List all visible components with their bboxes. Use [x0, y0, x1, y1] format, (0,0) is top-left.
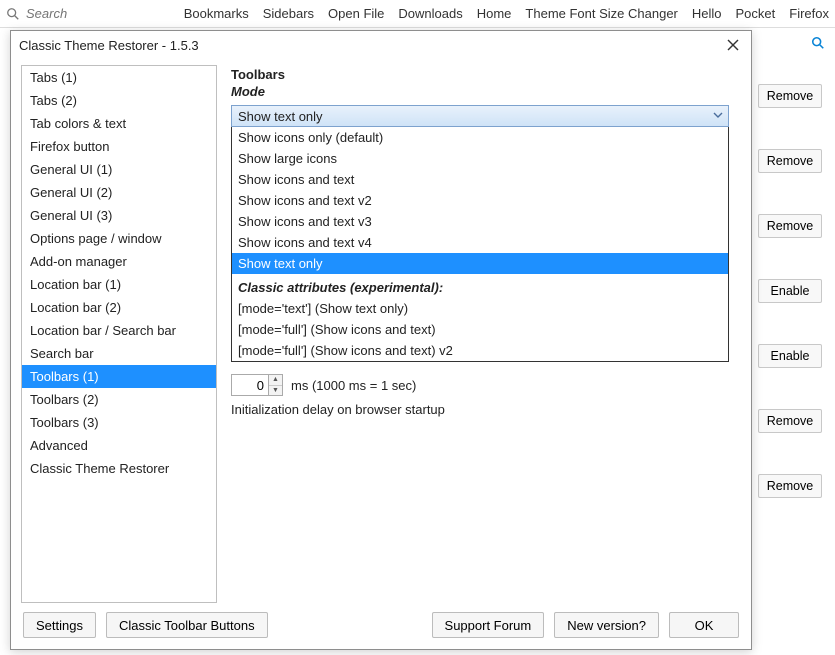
mode-option[interactable]: [mode='text'] (Show text only) — [232, 298, 728, 319]
bookmark-item[interactable]: Theme Font Size Changer — [525, 6, 677, 21]
dialog-title: Classic Theme Restorer - 1.5.3 — [19, 38, 723, 53]
mode-option[interactable]: Show icons only (default) — [232, 127, 728, 148]
addon-action-button[interactable]: Remove — [758, 409, 822, 433]
category-item[interactable]: General UI (1) — [22, 158, 216, 181]
ok-button[interactable]: OK — [669, 612, 739, 638]
bookmark-item[interactable]: Open File — [328, 6, 384, 21]
classic-toolbar-buttons-button[interactable]: Classic Toolbar Buttons — [106, 612, 268, 638]
search-icon — [6, 7, 20, 21]
addon-action-button[interactable]: Remove — [758, 84, 822, 108]
search-input[interactable] — [24, 5, 164, 22]
bookmark-item[interactable]: Bookmarks — [184, 6, 249, 21]
close-icon[interactable] — [723, 35, 743, 55]
chevron-down-icon — [712, 109, 724, 124]
addon-action-button[interactable]: Remove — [758, 214, 822, 238]
addon-action-button[interactable]: Remove — [758, 474, 822, 498]
section-title: Toolbars — [231, 67, 741, 82]
search-icon[interactable] — [745, 36, 835, 63]
delay-suffix: ms (1000 ms = 1 sec) — [291, 378, 416, 393]
settings-button[interactable]: Settings — [23, 612, 96, 638]
mode-option[interactable]: Show icons and text v2 — [232, 190, 728, 211]
category-item[interactable]: Tab colors & text — [22, 112, 216, 135]
bookmarks-bar: Bookmarks Sidebars Open File Downloads H… — [184, 6, 829, 21]
mode-option[interactable]: Show text only — [232, 253, 728, 274]
category-item[interactable]: Classic Theme Restorer — [22, 457, 216, 480]
mode-option[interactable]: Show icons and text v3 — [232, 211, 728, 232]
support-forum-button[interactable]: Support Forum — [432, 612, 545, 638]
category-item[interactable]: Firefox button — [22, 135, 216, 158]
spinner-down-icon[interactable]: ▼ — [269, 386, 282, 396]
delay-spinner[interactable]: ▲ ▼ — [231, 374, 283, 396]
addon-action-button[interactable]: Remove — [758, 149, 822, 173]
mode-select-value: Show text only — [238, 109, 323, 124]
category-item[interactable]: Toolbars (3) — [22, 411, 216, 434]
mode-dropdown[interactable]: Show icons only (default)Show large icon… — [231, 127, 729, 362]
dialog-footer: Settings Classic Toolbar Buttons Support… — [11, 609, 751, 649]
category-item[interactable]: Location bar (1) — [22, 273, 216, 296]
browser-top-toolbar: Bookmarks Sidebars Open File Downloads H… — [0, 0, 835, 28]
dialog-titlebar: Classic Theme Restorer - 1.5.3 — [11, 31, 751, 59]
mode-select[interactable]: Show text only — [231, 105, 729, 127]
category-item[interactable]: Toolbars (2) — [22, 388, 216, 411]
category-item[interactable]: Tabs (1) — [22, 66, 216, 89]
addon-actions-panel: Remove Remove Remove Enable Enable Remov… — [745, 28, 835, 518]
options-dialog: Classic Theme Restorer - 1.5.3 Tabs (1)T… — [10, 30, 752, 650]
category-list[interactable]: Tabs (1)Tabs (2)Tab colors & textFirefox… — [21, 65, 217, 603]
delay-input[interactable] — [232, 375, 268, 395]
bookmark-item[interactable]: Hello — [692, 6, 722, 21]
mode-option[interactable]: [mode='full'] (Show icons and text) v2 — [232, 340, 728, 361]
category-item[interactable]: Location bar / Search bar — [22, 319, 216, 342]
mode-option[interactable]: Show large icons — [232, 148, 728, 169]
mode-label: Mode — [231, 84, 741, 99]
bookmark-item[interactable]: Pocket — [736, 6, 776, 21]
mode-option[interactable]: Show icons and text v4 — [232, 232, 728, 253]
category-item[interactable]: Location bar (2) — [22, 296, 216, 319]
content-pane: Toolbars Mode Show text only Show icons … — [231, 65, 741, 603]
category-item[interactable]: Search bar — [22, 342, 216, 365]
mode-option[interactable]: [mode='full'] (Show icons and text) — [232, 319, 728, 340]
category-item[interactable]: General UI (3) — [22, 204, 216, 227]
new-version-button[interactable]: New version? — [554, 612, 659, 638]
bookmark-item[interactable]: Firefox — [789, 6, 829, 21]
delay-description: Initialization delay on browser startup — [231, 402, 741, 417]
bookmark-item[interactable]: Home — [477, 6, 512, 21]
bookmark-item[interactable]: Sidebars — [263, 6, 314, 21]
addon-action-button[interactable]: Enable — [758, 344, 822, 368]
mode-option[interactable]: Show icons and text — [232, 169, 728, 190]
addon-action-button[interactable]: Enable — [758, 279, 822, 303]
bookmark-item[interactable]: Downloads — [398, 6, 462, 21]
category-item[interactable]: Add-on manager — [22, 250, 216, 273]
category-item[interactable]: Tabs (2) — [22, 89, 216, 112]
category-item[interactable]: Toolbars (1) — [22, 365, 216, 388]
category-item[interactable]: General UI (2) — [22, 181, 216, 204]
spinner-up-icon[interactable]: ▲ — [269, 375, 282, 386]
category-item[interactable]: Options page / window — [22, 227, 216, 250]
category-item[interactable]: Advanced — [22, 434, 216, 457]
classic-attributes-header: Classic attributes (experimental): — [232, 274, 728, 298]
